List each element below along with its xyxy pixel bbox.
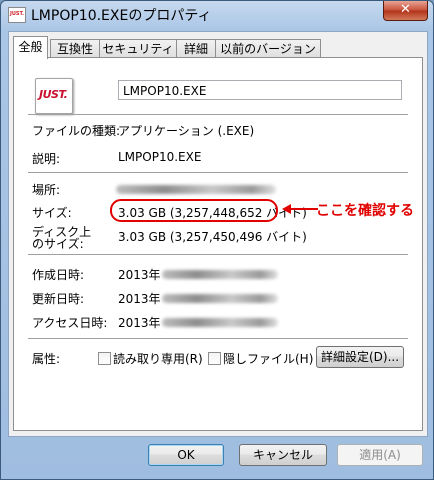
created-label: 作成日時: [32,268,85,282]
just-logo: JUST. [39,88,68,101]
close-button[interactable]: ✕ [383,1,428,21]
accessed-label: アクセス日時: [32,316,108,330]
annotation-arrow [290,208,318,210]
file-type-label: ファイルの種類: [32,124,121,138]
close-icon: ✕ [400,2,411,17]
size-on-disk-value: 3.03 GB (3,257,450,496 バイト) [118,230,307,244]
annotation-text: ここを確認する [316,203,414,219]
divider [28,254,408,255]
location-value-redacted [116,185,276,194]
created-value: 2013年 [118,268,161,282]
hidden-checkbox[interactable] [208,352,221,365]
modified-value: 2013年 [118,292,161,306]
divider [28,114,408,115]
description-label: 説明: [32,152,61,166]
created-value-redacted [162,270,278,279]
app-icon: JUST. [8,7,26,23]
app-icon-logo: JUST. [10,11,25,17]
ok-button[interactable]: OK [148,444,224,466]
file-name-input[interactable]: LMPOP10.EXE [118,80,402,100]
tab-compatibility[interactable]: 互換性 [50,39,100,58]
size-on-disk-label: ディスク上 のサイズ: [32,226,91,250]
tab-previous-versions[interactable]: 以前のバージョン [215,39,321,58]
tab-security[interactable]: セキュリティ [99,39,177,58]
properties-window: JUST. LMPOP10.EXEのプロパティ ✕ 全般 互換性 セキュリティ … [0,0,434,480]
divider [28,172,408,173]
file-type-value: アプリケーション (.EXE) [118,124,255,138]
dialog-body: 全般 互換性 セキュリティ 詳細 以前のバージョン JUST. LMPOP10.… [8,31,428,437]
advanced-button[interactable]: 詳細設定(D)... [316,346,404,368]
attributes-label: 属性: [32,352,61,366]
divider [28,338,408,339]
general-tab-content: JUST. LMPOP10.EXE ファイルの種類: アプリケーション (.EX… [13,57,423,431]
description-value: LMPOP10.EXE [118,150,202,164]
title-bar[interactable]: JUST. LMPOP10.EXEのプロパティ ✕ [1,1,433,27]
hidden-label[interactable]: 隠しファイル(H) [223,350,313,367]
size-label: サイズ: [32,206,72,220]
location-label: 場所: [32,183,61,197]
modified-label: 更新日時: [32,292,85,306]
tab-details[interactable]: 詳細 [176,39,216,58]
accessed-value: 2013年 [118,316,161,330]
tab-general[interactable]: 全般 [13,36,48,59]
accessed-value-redacted [162,318,278,327]
modified-value-redacted [162,294,278,303]
window-title: LMPOP10.EXEのプロパティ [31,8,212,24]
highlight-oval [110,199,278,222]
readonly-label[interactable]: 読み取り専用(R) [113,350,203,367]
apply-button[interactable]: 適用(A) [337,444,423,466]
file-icon: JUST. [35,78,73,114]
readonly-checkbox[interactable] [98,352,111,365]
cancel-button[interactable]: キャンセル [239,444,327,466]
size-on-disk-label-line2: のサイズ: [32,237,84,251]
